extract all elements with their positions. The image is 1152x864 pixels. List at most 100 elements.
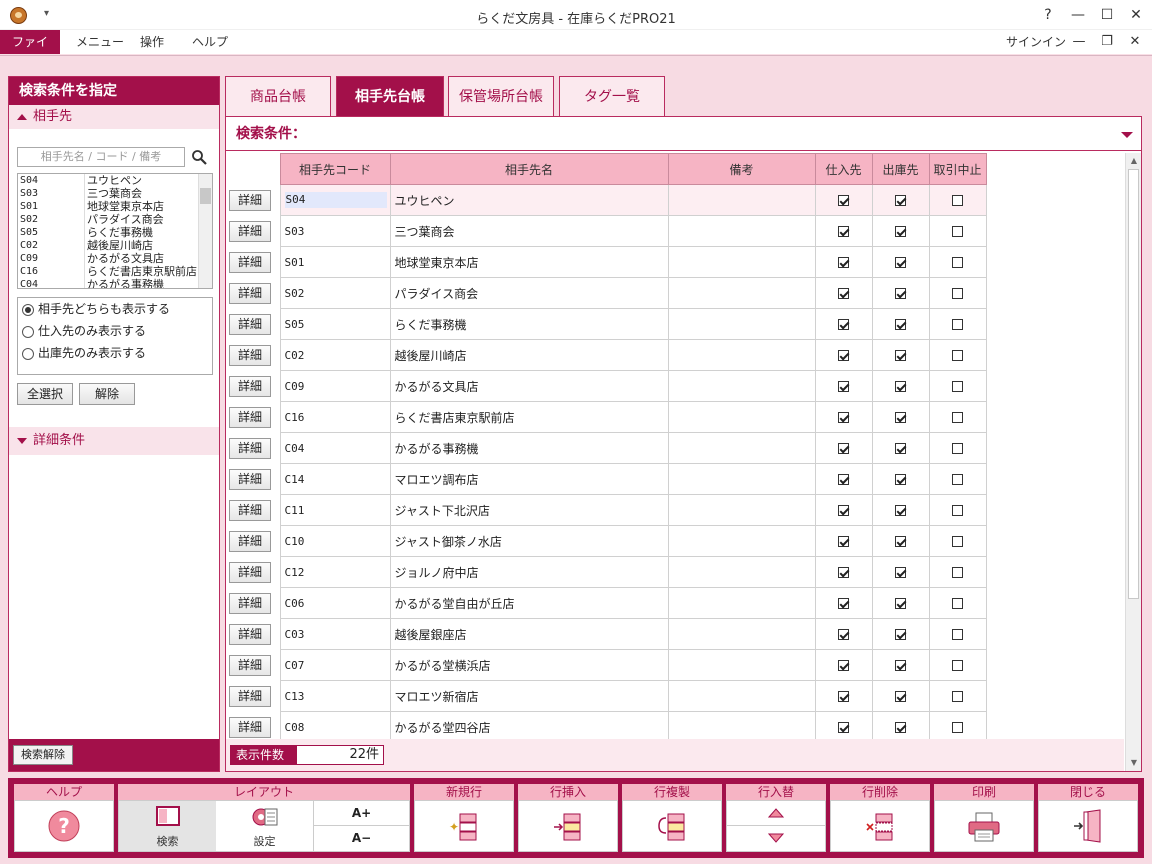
note-cell[interactable] [667,339,816,371]
detail-button[interactable]: 詳細 [229,685,271,707]
name-cell[interactable]: 三つ葉商会 [389,215,669,247]
col-header-code[interactable]: 相手先コード [279,153,391,185]
stopped-checkbox[interactable] [952,505,963,516]
code-cell[interactable]: C04 [279,432,391,464]
stopped-checkbox[interactable] [952,319,963,330]
stopped-checkbox[interactable] [952,722,963,733]
print-button[interactable] [934,800,1034,852]
outbound-checkbox[interactable] [895,660,906,671]
supplier-checkbox[interactable] [838,629,849,640]
supplier-cell[interactable] [814,525,873,557]
table-row[interactable]: 詳細 C07 かるがる堂横浜店 [226,649,987,681]
outbound-checkbox[interactable] [895,412,906,423]
menu-menu[interactable]: メニュー [68,30,132,54]
stopped-checkbox[interactable] [952,443,963,454]
note-cell[interactable] [667,184,816,216]
stopped-checkbox[interactable] [952,257,963,268]
code-cell[interactable]: S04 [279,184,391,216]
doc-minimize-button[interactable]: — [1068,32,1090,52]
outbound-cell[interactable] [871,370,930,402]
supplier-checkbox[interactable] [838,505,849,516]
search-icon[interactable] [191,149,207,165]
code-cell[interactable]: C10 [279,525,391,557]
menu-help[interactable]: ヘルプ [184,30,236,54]
stopped-checkbox[interactable] [952,288,963,299]
search-condition-bar[interactable]: 検索条件： [226,117,1141,151]
code-cell[interactable]: C06 [279,587,391,619]
stopped-checkbox[interactable] [952,629,963,640]
code-cell[interactable]: C08 [279,711,391,739]
partner-list-item[interactable]: C09 かるがる文具店 [18,252,212,265]
partner-section-toggle[interactable]: 相手先 [9,105,219,129]
detail-button[interactable]: 詳細 [229,375,271,397]
supplier-cell[interactable] [814,618,873,650]
name-cell[interactable]: 地球堂東京本店 [389,246,669,278]
supplier-checkbox[interactable] [838,536,849,547]
note-cell[interactable] [667,370,816,402]
maximize-button[interactable]: ☐ [1093,4,1121,26]
insert-row-button[interactable] [518,800,618,852]
supplier-checkbox[interactable] [838,691,849,702]
code-cell[interactable]: C07 [279,649,391,681]
note-cell[interactable] [667,711,816,739]
layout-settings-button[interactable]: 設定 [216,801,313,851]
detail-button[interactable]: 詳細 [229,468,271,490]
supplier-cell[interactable] [814,339,873,371]
table-row[interactable]: 詳細 C14 マロエツ調布店 [226,463,987,495]
stopped-cell[interactable] [928,246,987,278]
name-cell[interactable]: ジャスト下北沢店 [389,494,669,526]
name-cell[interactable]: かるがる堂四谷店 [389,711,669,739]
outbound-cell[interactable] [871,587,930,619]
note-cell[interactable] [667,432,816,464]
table-row[interactable]: 詳細 C08 かるがる堂四谷店 [226,711,987,739]
outbound-cell[interactable] [871,215,930,247]
outbound-cell[interactable] [871,711,930,739]
detail-button[interactable]: 詳細 [229,561,271,583]
supplier-checkbox[interactable] [838,288,849,299]
code-cell[interactable]: S05 [279,308,391,340]
col-header-name[interactable]: 相手先名 [389,153,669,185]
partner-list-item[interactable]: C16 らくだ書店東京駅前店 [18,265,212,278]
table-row[interactable]: 詳細 C13 マロエツ新宿店 [226,680,987,712]
stopped-cell[interactable] [928,339,987,371]
doc-restore-button[interactable]: ❐ [1096,32,1118,52]
scroll-down-arrow-icon[interactable]: ▼ [1126,755,1142,771]
supplier-checkbox[interactable] [838,474,849,485]
table-row[interactable]: 詳細 C02 越後屋川崎店 [226,339,987,371]
doc-close-button[interactable]: ✕ [1124,32,1146,52]
delete-row-button[interactable] [830,800,930,852]
stopped-cell[interactable] [928,649,987,681]
stopped-cell[interactable] [928,277,987,309]
outbound-cell[interactable] [871,401,930,433]
detail-button[interactable]: 詳細 [229,251,271,273]
table-row[interactable]: 詳細 C06 かるがる堂自由が丘店 [226,587,987,619]
supplier-cell[interactable] [814,463,873,495]
select-all-button[interactable]: 全選択 [17,383,73,405]
minimize-button[interactable]: — [1064,4,1092,26]
stopped-cell[interactable] [928,401,987,433]
name-cell[interactable]: マロエツ新宿店 [389,680,669,712]
supplier-checkbox[interactable] [838,443,849,454]
partner-list-item[interactable]: S05 らくだ事務機 [18,226,212,239]
code-editor[interactable]: S04 [284,192,387,208]
outbound-checkbox[interactable] [895,288,906,299]
stopped-checkbox[interactable] [952,567,963,578]
outbound-checkbox[interactable] [895,567,906,578]
note-cell[interactable] [667,308,816,340]
deselect-button[interactable]: 解除 [79,383,135,405]
name-cell[interactable]: 越後屋川崎店 [389,339,669,371]
table-row[interactable]: 詳細 C03 越後屋銀座店 [226,618,987,650]
note-cell[interactable] [667,587,816,619]
outbound-cell[interactable] [871,525,930,557]
name-cell[interactable]: かるがる文具店 [389,370,669,402]
table-row[interactable]: 詳細 S04 ユウヒペン [226,184,987,216]
move-row-down-button[interactable] [727,826,825,851]
note-cell[interactable] [667,277,816,309]
table-row[interactable]: 詳細 S02 パラダイス商会 [226,277,987,309]
detail-button[interactable]: 詳細 [229,313,271,335]
stopped-cell[interactable] [928,463,987,495]
supplier-cell[interactable] [814,680,873,712]
code-cell[interactable]: C16 [279,401,391,433]
stopped-cell[interactable] [928,680,987,712]
new-row-button[interactable]: ✦ [414,800,514,852]
